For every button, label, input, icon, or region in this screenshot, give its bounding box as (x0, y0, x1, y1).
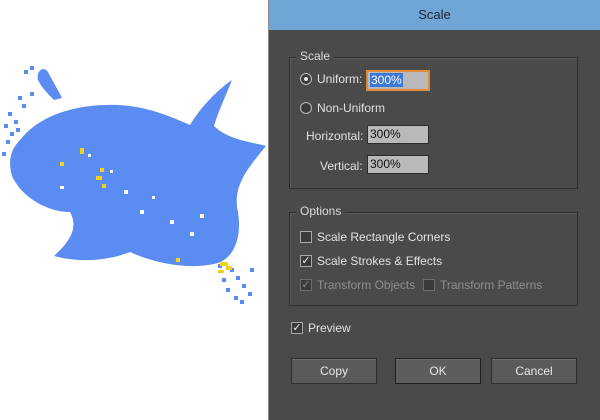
check-icon: ✓ (292, 322, 302, 334)
scale-strokes-effects-option[interactable]: ✓ Scale Strokes & Effects (300, 254, 442, 268)
options-group-title: Options (296, 204, 346, 218)
preview-checkbox[interactable]: ✓ (291, 322, 303, 334)
transform-patterns-option: Transform Patterns (423, 278, 542, 292)
blob-shape (10, 69, 266, 267)
cancel-button[interactable]: Cancel (491, 358, 577, 384)
uniform-label: Uniform: (317, 72, 363, 86)
vertical-scale-input[interactable]: 300% (367, 155, 429, 174)
preview-label: Preview (308, 321, 351, 335)
check-icon: ✓ (301, 279, 311, 291)
scale-dialog: Scale Scale Uniform: 300% Non-Uniform Ho… (268, 0, 600, 420)
non-uniform-label: Non-Uniform (317, 101, 386, 115)
non-uniform-option[interactable]: Non-Uniform (300, 101, 385, 115)
dialog-titlebar[interactable]: Scale (269, 0, 600, 30)
transform-objects-label: Transform Objects (317, 278, 416, 292)
scale-group: Scale Uniform: 300% Non-Uniform Horizont… (289, 49, 578, 189)
horizontal-scale-input[interactable]: 300% (367, 125, 429, 144)
check-icon: ✓ (301, 255, 311, 267)
uniform-option[interactable]: Uniform: (300, 72, 362, 86)
scale-strokes-effects-label: Scale Strokes & Effects (317, 254, 443, 268)
transform-patterns-checkbox (423, 279, 435, 291)
ok-button[interactable]: OK (395, 358, 481, 384)
transform-objects-option: ✓ Transform Objects (300, 278, 415, 292)
transform-objects-checkbox: ✓ (300, 279, 312, 291)
non-uniform-radio-icon[interactable] (300, 102, 312, 114)
transform-patterns-label: Transform Patterns (440, 278, 543, 292)
horizontal-label: Horizontal: (306, 129, 364, 143)
scale-rectangle-corners-option[interactable]: Scale Rectangle Corners (300, 230, 450, 244)
copy-button[interactable]: Copy (291, 358, 377, 384)
scale-rectangle-corners-checkbox[interactable] (300, 231, 312, 243)
vertical-label: Vertical: (320, 159, 363, 173)
preview-option[interactable]: ✓ Preview (291, 321, 351, 335)
scale-rectangle-corners-label: Scale Rectangle Corners (317, 230, 451, 244)
scale-group-title: Scale (296, 49, 335, 63)
options-group: Options Scale Rectangle Corners ✓ Scale … (289, 204, 578, 306)
scale-strokes-effects-checkbox[interactable]: ✓ (300, 255, 312, 267)
canvas-artwork (2, 66, 266, 304)
uniform-radio-icon[interactable] (300, 73, 312, 85)
uniform-scale-input[interactable]: 300% (367, 71, 429, 90)
uniform-scale-value: 300% (370, 73, 403, 87)
